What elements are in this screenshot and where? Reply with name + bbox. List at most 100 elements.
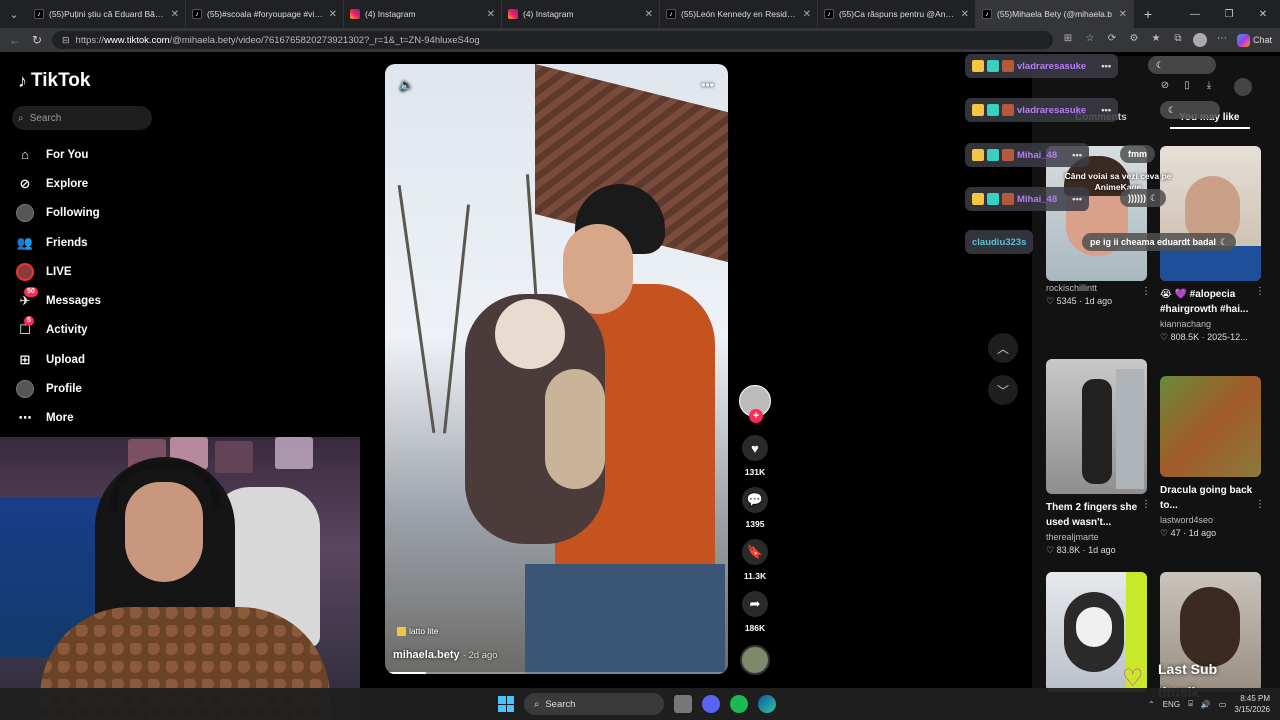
card-more-icon[interactable]: ⋮: [1141, 499, 1151, 510]
comment-icon[interactable]: 💬: [742, 487, 768, 513]
browser-tab[interactable]: (4) Instagram ✕: [502, 0, 660, 28]
file-explorer-icon[interactable]: [674, 695, 692, 713]
refresh-extension-icon[interactable]: ⟳: [1105, 33, 1119, 47]
tab-list-chevron-icon[interactable]: ⌄: [0, 0, 28, 28]
card-title[interactable]: Them 2 fingers she used wasn't...: [1046, 500, 1147, 530]
copilot-chat-button[interactable]: Chat: [1236, 33, 1272, 47]
phone-icon[interactable]: ▯: [1180, 80, 1194, 94]
video-card[interactable]: Them 2 fingers she used wasn't... therea…: [1046, 359, 1151, 556]
music-disc-icon[interactable]: [740, 645, 770, 675]
spotify-icon[interactable]: [730, 695, 748, 713]
sidebar-item-following[interactable]: Following: [16, 199, 216, 228]
tiktok-logo[interactable]: ♪ TikTok: [18, 70, 90, 92]
search-input[interactable]: ⌕ Search: [12, 106, 152, 130]
video-progress-bar[interactable]: [385, 672, 728, 674]
extensions-icon[interactable]: ⚙: [1127, 33, 1141, 47]
taskbar-search[interactable]: ⌕ Search: [524, 693, 664, 715]
browser-tab[interactable]: ♪ (55)Puțini știu că Eduard Bădăluță ✕: [28, 0, 186, 28]
bookmark-icon[interactable]: 🔖: [742, 539, 768, 565]
save-count: 11.3K: [743, 571, 767, 581]
close-tab-icon[interactable]: ✕: [171, 9, 179, 20]
previous-video-button[interactable]: ︿: [988, 333, 1018, 363]
sidebar-item-more[interactable]: ⋯ More: [16, 404, 216, 433]
restore-icon[interactable]: ❐: [1212, 9, 1246, 20]
collections-icon[interactable]: ⧉: [1171, 33, 1185, 47]
creator-avatar[interactable]: +: [739, 385, 771, 423]
windows-start-icon[interactable]: [498, 696, 514, 712]
share-action[interactable]: ➦ 186K: [742, 591, 768, 643]
sidebar-item-activity[interactable]: ☐ 5 Activity: [16, 316, 216, 345]
card-title[interactable]: Dracula going back to...: [1160, 483, 1261, 513]
url-prefix: https://: [75, 34, 105, 46]
favorite-star-icon[interactable]: ☆: [1083, 33, 1097, 47]
favorites-icon[interactable]: ★: [1149, 33, 1163, 47]
video-player[interactable]: 🔈 ••• latto lite mihaela.bety · 2d ago: [385, 64, 728, 674]
close-tab-icon[interactable]: ✕: [487, 9, 495, 20]
video-author[interactable]: mihaela.bety · 2d ago: [393, 649, 498, 661]
card-user[interactable]: kiannachang: [1160, 319, 1261, 329]
clock[interactable]: 8:45 PM 3/15/2026: [1234, 693, 1270, 715]
card-more-icon[interactable]: ⋮: [1141, 286, 1151, 297]
close-tab-icon[interactable]: ✕: [961, 9, 969, 20]
share-icon[interactable]: ➦: [742, 591, 768, 617]
download-icon[interactable]: ⤓: [1202, 80, 1216, 94]
search-icon: ⌕: [18, 112, 24, 124]
video-more-icon[interactable]: •••: [701, 78, 714, 92]
tray-chevron-icon[interactable]: ⌃: [1148, 700, 1155, 709]
card-user[interactable]: rockischillintt: [1046, 283, 1147, 293]
card-user[interactable]: lastword4seo: [1160, 515, 1261, 525]
app-icon[interactable]: ⊞: [1061, 33, 1075, 47]
edge-icon[interactable]: [758, 695, 776, 713]
close-tab-icon[interactable]: ✕: [1119, 9, 1127, 20]
like-action[interactable]: ♥ 131K: [742, 435, 768, 487]
compass-small-icon[interactable]: ⊘: [1158, 80, 1172, 94]
sidebar-item-upload[interactable]: ⊞ Upload: [16, 345, 216, 374]
site-info-icon[interactable]: ⊟: [62, 35, 70, 46]
card-title[interactable]: 😭 💜 #alopecia #hairgrowth #hai...: [1160, 287, 1261, 317]
battery-icon[interactable]: ▭: [1219, 700, 1227, 709]
sidebar-item-friends[interactable]: 👥 Friends: [16, 228, 216, 257]
close-window-icon[interactable]: ✕: [1246, 9, 1280, 20]
volume-icon[interactable]: 🔈: [399, 78, 414, 92]
user-avatar-icon[interactable]: [1234, 78, 1252, 96]
active-tab-indicator: [1170, 127, 1250, 129]
minimize-icon[interactable]: —: [1178, 9, 1212, 20]
network-icon[interactable]: ⌸: [1188, 699, 1193, 709]
heart-icon[interactable]: ♥: [742, 435, 768, 461]
sidebar-item-live[interactable]: LIVE: [16, 257, 216, 286]
back-arrow-icon[interactable]: ←: [8, 33, 22, 47]
new-tab-button[interactable]: +: [1134, 6, 1162, 22]
comment-action[interactable]: 💬 1395: [742, 487, 768, 539]
close-tab-icon[interactable]: ✕: [645, 9, 653, 20]
menu-dots-icon[interactable]: ⋯: [1215, 33, 1229, 47]
next-video-button[interactable]: ﹀: [988, 375, 1018, 405]
browser-tab[interactable]: ♪ (55)Ca răspuns pentru @Andra ✕: [818, 0, 976, 28]
sidebar-item-label: Upload: [46, 353, 85, 366]
sidebar-item-for-you[interactable]: ⌂ For You: [16, 140, 216, 169]
chat-badge-icon: [1002, 149, 1014, 161]
reload-icon[interactable]: ↻: [30, 33, 44, 47]
browser-tab[interactable]: ♪ (55)Mihaela Bety (@mihaela.b ✕: [976, 0, 1134, 28]
browser-tab[interactable]: ♪ (55)#scoala #foryoupage #viral #f ✕: [186, 0, 344, 28]
tab-title: (55)#scoala #foryoupage #viral #f: [207, 9, 324, 19]
follow-plus-icon[interactable]: +: [749, 409, 763, 423]
language-indicator[interactable]: ENG: [1163, 700, 1180, 709]
card-more-icon[interactable]: ⋮: [1255, 499, 1265, 510]
save-action[interactable]: 🔖 11.3K: [742, 539, 768, 591]
card-more-icon[interactable]: ⋮: [1255, 286, 1265, 297]
music-tag[interactable]: latto lite: [397, 626, 438, 636]
sidebar-item-explore[interactable]: ⊘ Explore: [16, 169, 216, 198]
browser-tab[interactable]: (4) Instagram ✕: [344, 0, 502, 28]
profile-avatar[interactable]: [1192, 33, 1207, 47]
url-field[interactable]: ⊟ https://www.tiktok.com/@mihaela.bety/v…: [52, 31, 1053, 49]
chat-badge-icon: [972, 60, 984, 72]
sidebar-item-messages[interactable]: ✈ 50 Messages: [16, 286, 216, 315]
video-card[interactable]: Dracula going back to... lastword4seo ♡ …: [1160, 376, 1265, 539]
volume-tray-icon[interactable]: 🔊: [1201, 700, 1211, 709]
browser-tab[interactable]: ♪ (55)León Kennedy en Resident Ev ✕: [660, 0, 818, 28]
discord-icon[interactable]: [702, 695, 720, 713]
card-user[interactable]: therealjmarte: [1046, 532, 1147, 542]
close-tab-icon[interactable]: ✕: [803, 9, 811, 20]
sidebar-item-profile[interactable]: Profile: [16, 374, 216, 403]
close-tab-icon[interactable]: ✕: [329, 9, 337, 20]
